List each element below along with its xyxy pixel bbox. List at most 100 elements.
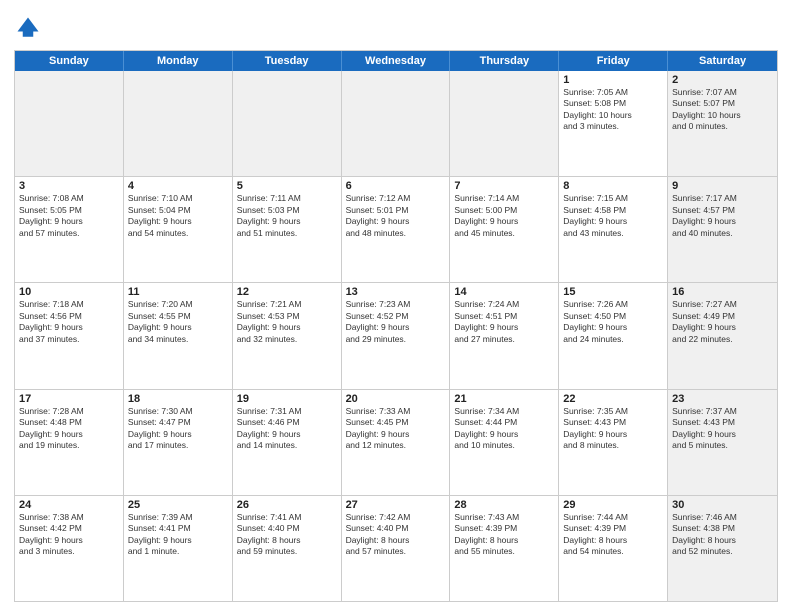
cal-cell-28: 28Sunrise: 7:43 AMSunset: 4:39 PMDayligh…	[450, 496, 559, 601]
day-number: 23	[672, 393, 773, 405]
day-number: 10	[19, 286, 119, 298]
day-number: 5	[237, 180, 337, 192]
day-number: 6	[346, 180, 446, 192]
cal-cell-19: 19Sunrise: 7:31 AMSunset: 4:46 PMDayligh…	[233, 390, 342, 495]
cal-cell-4: 4Sunrise: 7:10 AMSunset: 5:04 PMDaylight…	[124, 177, 233, 282]
cal-cell-empty-0-0	[15, 71, 124, 176]
day-number: 13	[346, 286, 446, 298]
day-info: Sunrise: 7:11 AMSunset: 5:03 PMDaylight:…	[237, 193, 337, 239]
day-number: 30	[672, 499, 773, 511]
calendar-body: 1Sunrise: 7:05 AMSunset: 5:08 PMDaylight…	[15, 71, 777, 601]
day-info: Sunrise: 7:23 AMSunset: 4:52 PMDaylight:…	[346, 299, 446, 345]
day-number: 1	[563, 74, 663, 86]
day-number: 26	[237, 499, 337, 511]
logo	[14, 14, 46, 42]
cal-cell-1: 1Sunrise: 7:05 AMSunset: 5:08 PMDaylight…	[559, 71, 668, 176]
cal-cell-18: 18Sunrise: 7:30 AMSunset: 4:47 PMDayligh…	[124, 390, 233, 495]
day-info: Sunrise: 7:31 AMSunset: 4:46 PMDaylight:…	[237, 406, 337, 452]
cal-cell-14: 14Sunrise: 7:24 AMSunset: 4:51 PMDayligh…	[450, 283, 559, 388]
week-row-1: 3Sunrise: 7:08 AMSunset: 5:05 PMDaylight…	[15, 177, 777, 283]
day-info: Sunrise: 7:42 AMSunset: 4:40 PMDaylight:…	[346, 512, 446, 558]
header-day-monday: Monday	[124, 51, 233, 71]
day-info: Sunrise: 7:15 AMSunset: 4:58 PMDaylight:…	[563, 193, 663, 239]
header-day-tuesday: Tuesday	[233, 51, 342, 71]
day-info: Sunrise: 7:10 AMSunset: 5:04 PMDaylight:…	[128, 193, 228, 239]
day-number: 14	[454, 286, 554, 298]
day-info: Sunrise: 7:18 AMSunset: 4:56 PMDaylight:…	[19, 299, 119, 345]
day-number: 25	[128, 499, 228, 511]
cal-cell-24: 24Sunrise: 7:38 AMSunset: 4:42 PMDayligh…	[15, 496, 124, 601]
day-number: 3	[19, 180, 119, 192]
cal-cell-11: 11Sunrise: 7:20 AMSunset: 4:55 PMDayligh…	[124, 283, 233, 388]
day-number: 17	[19, 393, 119, 405]
day-number: 24	[19, 499, 119, 511]
day-info: Sunrise: 7:38 AMSunset: 4:42 PMDaylight:…	[19, 512, 119, 558]
day-info: Sunrise: 7:30 AMSunset: 4:47 PMDaylight:…	[128, 406, 228, 452]
header	[14, 10, 778, 42]
day-info: Sunrise: 7:05 AMSunset: 5:08 PMDaylight:…	[563, 87, 663, 133]
cal-cell-23: 23Sunrise: 7:37 AMSunset: 4:43 PMDayligh…	[668, 390, 777, 495]
cal-cell-empty-0-1	[124, 71, 233, 176]
header-day-thursday: Thursday	[450, 51, 559, 71]
cal-cell-27: 27Sunrise: 7:42 AMSunset: 4:40 PMDayligh…	[342, 496, 451, 601]
cal-cell-30: 30Sunrise: 7:46 AMSunset: 4:38 PMDayligh…	[668, 496, 777, 601]
day-info: Sunrise: 7:14 AMSunset: 5:00 PMDaylight:…	[454, 193, 554, 239]
day-info: Sunrise: 7:35 AMSunset: 4:43 PMDaylight:…	[563, 406, 663, 452]
day-number: 12	[237, 286, 337, 298]
day-info: Sunrise: 7:37 AMSunset: 4:43 PMDaylight:…	[672, 406, 773, 452]
week-row-2: 10Sunrise: 7:18 AMSunset: 4:56 PMDayligh…	[15, 283, 777, 389]
cal-cell-17: 17Sunrise: 7:28 AMSunset: 4:48 PMDayligh…	[15, 390, 124, 495]
week-row-0: 1Sunrise: 7:05 AMSunset: 5:08 PMDaylight…	[15, 71, 777, 177]
day-number: 29	[563, 499, 663, 511]
day-info: Sunrise: 7:33 AMSunset: 4:45 PMDaylight:…	[346, 406, 446, 452]
day-number: 16	[672, 286, 773, 298]
week-row-4: 24Sunrise: 7:38 AMSunset: 4:42 PMDayligh…	[15, 496, 777, 601]
day-info: Sunrise: 7:20 AMSunset: 4:55 PMDaylight:…	[128, 299, 228, 345]
day-number: 7	[454, 180, 554, 192]
header-day-wednesday: Wednesday	[342, 51, 451, 71]
day-number: 8	[563, 180, 663, 192]
day-info: Sunrise: 7:43 AMSunset: 4:39 PMDaylight:…	[454, 512, 554, 558]
cal-cell-25: 25Sunrise: 7:39 AMSunset: 4:41 PMDayligh…	[124, 496, 233, 601]
calendar: SundayMondayTuesdayWednesdayThursdayFrid…	[14, 50, 778, 602]
cal-cell-13: 13Sunrise: 7:23 AMSunset: 4:52 PMDayligh…	[342, 283, 451, 388]
cal-cell-2: 2Sunrise: 7:07 AMSunset: 5:07 PMDaylight…	[668, 71, 777, 176]
day-number: 19	[237, 393, 337, 405]
cal-cell-empty-0-4	[450, 71, 559, 176]
day-number: 27	[346, 499, 446, 511]
day-number: 11	[128, 286, 228, 298]
day-info: Sunrise: 7:08 AMSunset: 5:05 PMDaylight:…	[19, 193, 119, 239]
day-info: Sunrise: 7:41 AMSunset: 4:40 PMDaylight:…	[237, 512, 337, 558]
cal-cell-10: 10Sunrise: 7:18 AMSunset: 4:56 PMDayligh…	[15, 283, 124, 388]
cal-cell-26: 26Sunrise: 7:41 AMSunset: 4:40 PMDayligh…	[233, 496, 342, 601]
day-number: 21	[454, 393, 554, 405]
cal-cell-3: 3Sunrise: 7:08 AMSunset: 5:05 PMDaylight…	[15, 177, 124, 282]
day-info: Sunrise: 7:24 AMSunset: 4:51 PMDaylight:…	[454, 299, 554, 345]
cal-cell-8: 8Sunrise: 7:15 AMSunset: 4:58 PMDaylight…	[559, 177, 668, 282]
cal-cell-22: 22Sunrise: 7:35 AMSunset: 4:43 PMDayligh…	[559, 390, 668, 495]
cal-cell-5: 5Sunrise: 7:11 AMSunset: 5:03 PMDaylight…	[233, 177, 342, 282]
cal-cell-7: 7Sunrise: 7:14 AMSunset: 5:00 PMDaylight…	[450, 177, 559, 282]
day-info: Sunrise: 7:28 AMSunset: 4:48 PMDaylight:…	[19, 406, 119, 452]
cal-cell-9: 9Sunrise: 7:17 AMSunset: 4:57 PMDaylight…	[668, 177, 777, 282]
day-number: 18	[128, 393, 228, 405]
cal-cell-empty-0-3	[342, 71, 451, 176]
day-number: 20	[346, 393, 446, 405]
week-row-3: 17Sunrise: 7:28 AMSunset: 4:48 PMDayligh…	[15, 390, 777, 496]
calendar-header: SundayMondayTuesdayWednesdayThursdayFrid…	[15, 51, 777, 71]
header-day-friday: Friday	[559, 51, 668, 71]
logo-icon	[14, 14, 42, 42]
day-info: Sunrise: 7:12 AMSunset: 5:01 PMDaylight:…	[346, 193, 446, 239]
page: SundayMondayTuesdayWednesdayThursdayFrid…	[0, 0, 792, 612]
cal-cell-15: 15Sunrise: 7:26 AMSunset: 4:50 PMDayligh…	[559, 283, 668, 388]
cal-cell-29: 29Sunrise: 7:44 AMSunset: 4:39 PMDayligh…	[559, 496, 668, 601]
day-info: Sunrise: 7:46 AMSunset: 4:38 PMDaylight:…	[672, 512, 773, 558]
day-info: Sunrise: 7:39 AMSunset: 4:41 PMDaylight:…	[128, 512, 228, 558]
cal-cell-12: 12Sunrise: 7:21 AMSunset: 4:53 PMDayligh…	[233, 283, 342, 388]
cal-cell-16: 16Sunrise: 7:27 AMSunset: 4:49 PMDayligh…	[668, 283, 777, 388]
cal-cell-21: 21Sunrise: 7:34 AMSunset: 4:44 PMDayligh…	[450, 390, 559, 495]
day-info: Sunrise: 7:17 AMSunset: 4:57 PMDaylight:…	[672, 193, 773, 239]
day-number: 4	[128, 180, 228, 192]
day-info: Sunrise: 7:27 AMSunset: 4:49 PMDaylight:…	[672, 299, 773, 345]
cal-cell-6: 6Sunrise: 7:12 AMSunset: 5:01 PMDaylight…	[342, 177, 451, 282]
